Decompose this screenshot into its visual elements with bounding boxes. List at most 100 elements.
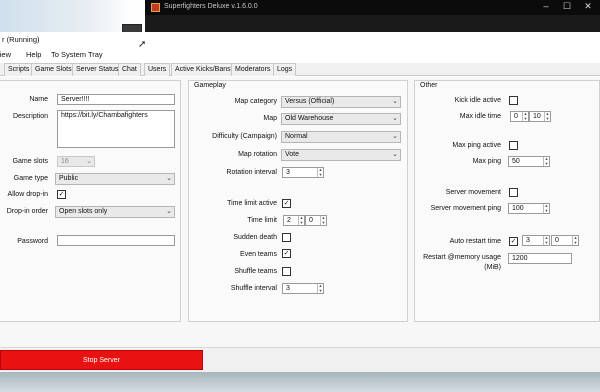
- app-title: r (Running): [2, 35, 40, 44]
- description-input[interactable]: https://bit.ly/Chambafighters: [57, 110, 175, 148]
- map-category-select[interactable]: Versus (Official) ⌄: [281, 96, 401, 108]
- spinner-arrows-icon[interactable]: ▲ ▼: [543, 204, 549, 213]
- difficulty-label: Difficulty (Campaign): [212, 133, 277, 140]
- dropin-order-select[interactable]: Open slots only ⌄: [55, 206, 175, 218]
- max-ping-label: Max ping: [472, 158, 501, 165]
- map-rotation-value: Vote: [285, 151, 300, 158]
- auto-restart-minutes-value: 0: [555, 237, 559, 244]
- gameplay-group: Gameplay Map category Versus (Official) …: [188, 80, 408, 322]
- menu-help[interactable]: Help: [26, 50, 41, 59]
- max-idle-seconds-value: 10: [533, 113, 541, 120]
- auto-restart-minutes-stepper[interactable]: 0 ▲ ▼: [551, 235, 579, 246]
- tab-chat[interactable]: Chat: [118, 63, 141, 76]
- app-titlebar: r (Running): [0, 32, 600, 47]
- stop-server-button[interactable]: Stop Server: [0, 350, 203, 370]
- other-settings-group: Other Kick idle active Max idle time 0 ▲…: [414, 80, 600, 322]
- game-slots-select: 16 ⌄: [57, 156, 95, 167]
- max-ping-stepper[interactable]: 50 ▲ ▼: [508, 156, 550, 167]
- mouse-cursor-icon: ➚: [138, 39, 147, 50]
- max-idle-time-label: Max idle time: [459, 113, 501, 120]
- tab-active-kicks-bans[interactable]: Active Kicks/Bans: [171, 63, 235, 76]
- server-movement-label: Server movement: [445, 189, 501, 196]
- sudden-death-checkbox[interactable]: [282, 233, 291, 242]
- spinner-arrows-icon[interactable]: ▲ ▼: [543, 236, 549, 245]
- tab-users[interactable]: Users: [144, 63, 171, 76]
- chevron-down-icon: ⌄: [392, 98, 398, 105]
- tab-scripts[interactable]: Scripts: [4, 63, 34, 76]
- tab-logs[interactable]: Logs: [273, 63, 297, 76]
- time-limit-label: Time limit: [247, 217, 277, 224]
- map-label: Map: [263, 115, 277, 122]
- spinner-arrows-icon[interactable]: ▲ ▼: [522, 112, 528, 121]
- chevron-down-icon: ⌄: [392, 115, 398, 122]
- menu-to-system-tray[interactable]: To System Tray: [51, 50, 103, 59]
- server-movement-ping-label: Server movement ping: [430, 205, 501, 212]
- menu-view[interactable]: view: [0, 50, 11, 59]
- rotation-interval-label: Rotation interval: [226, 169, 277, 176]
- game-slots-value: 16: [61, 158, 69, 165]
- kick-idle-active-checkbox[interactable]: [509, 96, 518, 105]
- shuffle-interval-value: 3: [286, 285, 290, 292]
- server-movement-ping-value: 100: [512, 205, 524, 212]
- max-idle-minutes-value: 0: [514, 113, 518, 120]
- server-movement-checkbox[interactable]: [509, 188, 518, 197]
- shuffle-teams-checkbox[interactable]: [282, 267, 291, 276]
- spinner-arrows-icon[interactable]: ▲ ▼: [544, 112, 550, 121]
- settings-panel: Name Server!!!! Description https://bit.…: [0, 77, 600, 347]
- tab-bar: Scripts Game Slots Server Status Chat Us…: [0, 63, 600, 76]
- name-input[interactable]: Server!!!!: [57, 94, 175, 105]
- general-settings-group: Name Server!!!! Description https://bit.…: [0, 80, 181, 322]
- spinner-arrows-icon[interactable]: ▲ ▼: [320, 216, 326, 225]
- minimize-icon[interactable]: –: [539, 1, 553, 11]
- max-ping-value: 50: [512, 158, 520, 165]
- chevron-down-icon: ⌄: [166, 175, 172, 182]
- restart-memory-label: Restart @memory usage: [423, 254, 501, 261]
- spinner-arrows-icon[interactable]: ▲ ▼: [317, 284, 323, 293]
- spinner-arrows-icon[interactable]: ▲ ▼: [298, 216, 304, 225]
- game-app-icon: [151, 3, 160, 12]
- maximize-icon[interactable]: ☐: [560, 1, 574, 12]
- game-type-value: Public: [59, 175, 79, 182]
- max-ping-active-label: Max ping active: [452, 142, 501, 149]
- tab-game-slots[interactable]: Game Slots: [31, 63, 76, 76]
- even-teams-label: Even teams: [240, 251, 277, 258]
- time-limit-active-checkbox[interactable]: ✓: [282, 199, 291, 208]
- chevron-down-icon: ⌄: [86, 158, 92, 165]
- auto-restart-hours-value: 3: [526, 237, 530, 244]
- max-idle-seconds-stepper[interactable]: 10 ▲ ▼: [529, 111, 551, 122]
- password-input[interactable]: [57, 235, 175, 246]
- rotation-interval-stepper[interactable]: 3 ▲ ▼: [282, 167, 324, 178]
- spinner-arrows-icon[interactable]: ▲ ▼: [317, 168, 323, 177]
- even-teams-checkbox[interactable]: ✓: [282, 249, 291, 258]
- tab-moderators[interactable]: Moderators: [231, 63, 275, 76]
- shuffle-interval-stepper[interactable]: 3 ▲ ▼: [282, 283, 324, 294]
- map-category-value: Versus (Official): [285, 98, 335, 105]
- time-limit-active-label: Time limit active: [227, 200, 277, 207]
- game-window-body: [145, 15, 600, 32]
- map-rotation-select[interactable]: Vote ⌄: [281, 149, 401, 161]
- tab-server-status[interactable]: Server Status: [72, 63, 123, 76]
- close-icon[interactable]: ✕: [581, 1, 595, 12]
- spinner-arrows-icon[interactable]: ▲ ▼: [572, 236, 578, 245]
- game-window-titlebar: Superfighters Deluxe v.1.6.0.0 – ☐ ✕: [145, 0, 600, 15]
- dropin-order-label: Drop-in order: [6, 208, 48, 215]
- map-select[interactable]: Old Warehouse ⌄: [281, 113, 401, 125]
- allow-dropin-checkbox[interactable]: ✓: [57, 190, 66, 199]
- server-movement-ping-stepper[interactable]: 100 ▲ ▼: [508, 203, 550, 214]
- spinner-arrows-icon[interactable]: ▲ ▼: [543, 157, 549, 166]
- game-type-select[interactable]: Public ⌄: [55, 173, 175, 185]
- auto-restart-hours-stepper[interactable]: 3 ▲ ▼: [522, 235, 550, 246]
- max-ping-active-checkbox[interactable]: [509, 141, 518, 150]
- shuffle-interval-label: Shuffle interval: [230, 285, 277, 292]
- difficulty-select[interactable]: Normal ⌄: [281, 131, 401, 143]
- gameplay-title: Gameplay: [193, 82, 227, 89]
- restart-memory-input[interactable]: 1200: [508, 253, 572, 264]
- dropin-order-value: Open slots only: [59, 208, 108, 215]
- time-limit-seconds-stepper[interactable]: 0 ▲ ▼: [305, 215, 327, 226]
- max-idle-minutes-stepper[interactable]: 0 ▲ ▼: [510, 111, 529, 122]
- description-label: Description: [12, 113, 48, 120]
- rotation-interval-value: 3: [286, 169, 290, 176]
- time-limit-minutes-stepper[interactable]: 2 ▲ ▼: [283, 215, 305, 226]
- menu-bar: view Help To System Tray: [0, 47, 600, 61]
- auto-restart-checkbox[interactable]: ✓: [509, 237, 518, 246]
